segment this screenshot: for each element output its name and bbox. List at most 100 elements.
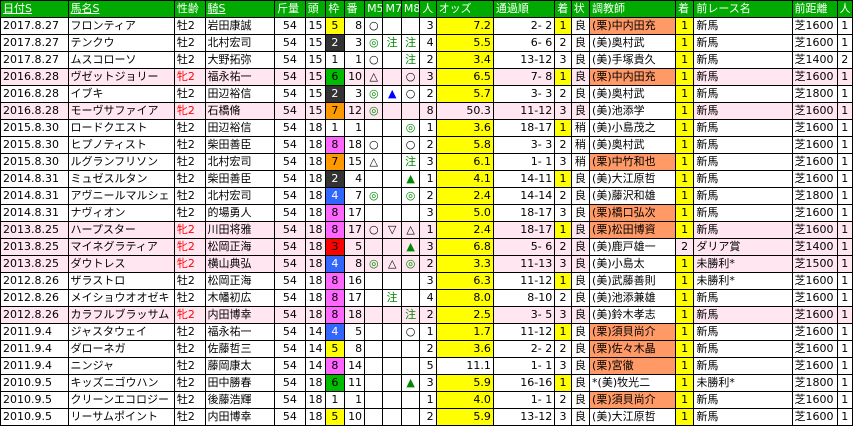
table-row[interactable]: 2012.8.26 メイショウオオゼキ 牡2 木幡初広 54 18 8 17 注 4 8.0 8-10… (0, 289, 853, 307)
table-row[interactable]: 2013.8.25 ハープスター 牝2 川田将雅 54 18 8 17 ○ ▽ △ 1 2.4 18-17… (0, 221, 853, 239)
header-heads[interactable]: 頭 (304, 0, 327, 18)
table-row[interactable]: 2016.8.28 ヴゼットジョリー 牝2 福永祐一 54 15 6 10 △ ○ 3 6.5 7- 8… (0, 68, 853, 86)
table-row[interactable]: 2013.8.25 ダウトレス 牝2 横山典弘 54 18 4 8 ◎ △ ◎ 2 3.3 11-13 3 良… (0, 255, 853, 273)
table-row[interactable]: 2014.8.31 アヴニールマルシェ 牡2 北村宏司 54 18 4 7 ◎ ◎ 2 2.4 14-1… (0, 187, 853, 205)
cell-horse[interactable]: ヒプノティスト (67, 136, 175, 154)
cell-trainer[interactable]: (美)藤沢和雄 (589, 187, 676, 205)
table-row[interactable]: 2017.8.27 フロンティア 牡2 岩田康誠 54 15 5 8 ○ 3 7.2 2- 2 1 良 (栗… (0, 17, 853, 35)
table-row[interactable]: 2015.8.30 ルグランフリソン 牡2 北村宏司 54 18 7 15 △ 注 3 6.1 1- 1… (0, 153, 853, 171)
cell-jockey[interactable]: 松岡正海 (204, 238, 276, 256)
cell-jockey[interactable]: 田中勝春 (204, 374, 276, 392)
cell-horse[interactable]: メイショウオオゼキ (67, 289, 175, 307)
cell-jockey[interactable]: 的場勇人 (204, 204, 276, 222)
cell-trainer[interactable]: (栗)佐々木晶 (589, 340, 676, 358)
header-pop[interactable]: 人 (419, 0, 437, 18)
header-prev-finish[interactable]: 着 (674, 0, 695, 18)
cell-jockey[interactable]: 北村宏司 (204, 34, 276, 52)
cell-jockey[interactable]: 横山典弘 (204, 255, 276, 273)
table-row[interactable]: 2014.8.31 ミュゼスルタン 牡2 柴田善臣 54 18 2 4 ▲ 1 4.1 14-11 1 良… (0, 170, 853, 188)
cell-trainer[interactable]: (栗)中竹和也 (589, 153, 676, 171)
cell-horse[interactable]: ダウトレス (67, 255, 175, 273)
table-row[interactable]: 2012.8.26 カラフルブラッサム 牝2 内田博幸 54 18 8 18 注 2 2.5 3- 5… (0, 306, 853, 324)
cell-trainer[interactable]: (美)武藤善則 (589, 272, 676, 290)
cell-horse[interactable]: ザラストロ (67, 272, 175, 290)
cell-jockey[interactable]: 柴田善臣 (204, 170, 276, 188)
table-row[interactable]: 2014.8.31 ナヴィオン 牡2 的場勇人 54 18 8 17 3 5.0 18-17 3 良 (栗… (0, 204, 853, 222)
cell-trainer[interactable]: (美)池添兼雄 (589, 289, 676, 307)
header-num[interactable]: 番 (343, 0, 366, 18)
header-date[interactable]: 日付S (0, 0, 69, 18)
cell-jockey[interactable]: 石橋脩 (204, 102, 276, 120)
header-prev-dist[interactable]: 前距離 (791, 0, 838, 18)
cell-trainer[interactable]: *(美)牧光二 (589, 374, 676, 392)
cell-horse[interactable]: ヴゼットジョリー (67, 68, 175, 86)
cell-jockey[interactable]: 内田博幸 (204, 306, 276, 324)
header-finish[interactable]: 着 (554, 0, 572, 18)
cell-jockey[interactable]: 川田将雅 (204, 221, 276, 239)
cell-trainer[interactable]: (美)奥村武 (589, 85, 676, 103)
cell-horse[interactable]: モーヴサファイア (67, 102, 175, 120)
table-row[interactable]: 2015.8.30 ロードクエスト 牡2 田辺裕信 54 18 1 1 ◎ 1 3.6 18-17 1 稍… (0, 119, 853, 137)
cell-horse[interactable]: リーサムポイント (67, 408, 175, 426)
cell-horse[interactable]: クリーンエコロジー (67, 391, 175, 409)
cell-horse[interactable]: カラフルブラッサム (67, 306, 175, 324)
header-trainer[interactable]: 調教師 (589, 0, 676, 18)
cell-horse[interactable]: ムスコローソ (67, 51, 175, 69)
cell-jockey[interactable]: 柴田善臣 (204, 136, 276, 154)
cell-jockey[interactable]: 大野拓弥 (204, 51, 276, 69)
header-cond[interactable]: 状 (570, 0, 591, 18)
cell-jockey[interactable]: 松岡正海 (204, 272, 276, 290)
table-row[interactable]: 2012.8.26 ザラストロ 牡2 松岡正海 54 18 8 16 3 6.3 11-12 1 良 (美… (0, 272, 853, 290)
cell-horse[interactable]: ロードクエスト (67, 119, 175, 137)
header-jockey[interactable]: 騎S (204, 0, 276, 18)
cell-trainer[interactable]: (栗)松田博資 (589, 221, 676, 239)
cell-horse[interactable]: ナヴィオン (67, 204, 175, 222)
cell-jockey[interactable]: 木幡初広 (204, 289, 276, 307)
table-row[interactable]: 2010.9.5 リーサムポイント 牡2 内田博幸 54 18 5 10 2 5.9 13-12 3 良… (0, 408, 853, 426)
header-prev-race[interactable]: 前レース名 (693, 0, 793, 18)
cell-jockey[interactable]: 北村宏司 (204, 153, 276, 171)
header-m7[interactable]: M7 (382, 0, 402, 18)
header-frame[interactable]: 枠 (325, 0, 345, 18)
cell-trainer[interactable]: (栗)中内田充 (589, 68, 676, 86)
table-row[interactable]: 2011.9.4 ニンジャ 牡2 藤岡康太 54 14 8 14 5 11.1 1- 1 3 良 (栗)宮… (0, 357, 853, 375)
cell-trainer[interactable]: (栗)須貝尚介 (589, 323, 676, 341)
cell-trainer[interactable]: (栗)橋口弘次 (589, 204, 676, 222)
table-row[interactable]: 2013.8.25 マイネグラティア 牝2 松岡正海 54 18 3 5 ▲ 3 6.8 5- 62良… (0, 238, 853, 256)
table-row[interactable]: 2016.8.28 イブキ 牡2 田辺裕信 54 15 2 3 ◎ ▲ ○ 2 5.7 3- 3 2 良 (美)… (0, 85, 853, 103)
cell-trainer[interactable]: (美)奥村武 (589, 136, 676, 154)
cell-trainer[interactable]: (美)大江原哲 (589, 408, 676, 426)
cell-jockey[interactable]: 福永祐一 (204, 68, 276, 86)
cell-horse[interactable]: テンクウ (67, 34, 175, 52)
header-horse[interactable]: 馬名S (67, 0, 175, 18)
header-m5[interactable]: M5 (364, 0, 384, 18)
cell-horse[interactable]: アヴニールマルシェ (67, 187, 175, 205)
header-weight[interactable]: 斤量 (274, 0, 306, 18)
cell-horse[interactable]: ミュゼスルタン (67, 170, 175, 188)
table-row[interactable]: 2011.9.4 ジャスタウェイ 牡2 福永祐一 54 14 4 5 ○ 1 1.7 11-12 1 良(… (0, 323, 853, 341)
cell-jockey[interactable]: 岩田康誠 (204, 17, 276, 35)
cell-trainer[interactable]: (美)池添学 (589, 102, 676, 120)
cell-jockey[interactable]: 田辺裕信 (204, 119, 276, 137)
cell-jockey[interactable]: 田辺裕信 (204, 85, 276, 103)
table-row[interactable]: 2010.9.5 キッズニゴウハン 牡2 田中勝春 54 18 6 11 ▲ 3 5.9 16-16 1… (0, 374, 853, 392)
cell-trainer[interactable]: (美)小島茂之 (589, 119, 676, 137)
cell-trainer[interactable]: (美)鹿戸雄一 (589, 238, 676, 256)
header-m8[interactable]: M8 (400, 0, 421, 18)
cell-trainer[interactable]: (栗)須貝尚介 (589, 391, 676, 409)
table-row[interactable]: 2016.8.28 モーヴサファイア 牝2 石橋脩 54 15 7 12 ◎ 8 50.3 11-12… (0, 102, 853, 120)
cell-horse[interactable]: イブキ (67, 85, 175, 103)
cell-jockey[interactable]: 後藤浩輝 (204, 391, 276, 409)
cell-horse[interactable]: フロンティア (67, 17, 175, 35)
header-prev-pop[interactable]: 人 (836, 0, 853, 18)
cell-horse[interactable]: マイネグラティア (67, 238, 175, 256)
cell-jockey[interactable]: 福永祐一 (204, 323, 276, 341)
header-passing[interactable]: 通過順 (492, 0, 556, 18)
table-row[interactable]: 2011.9.4 ダローネガ 牡2 佐藤哲三 54 14 5 8 2 3.6 2- 2 2 良 (栗)佐々… (0, 340, 853, 358)
table-row[interactable]: 2015.8.30 ヒプノティスト 牡2 柴田善臣 54 18 8 18 ○ ○ 2 5.8 3- 32… (0, 136, 853, 154)
cell-jockey[interactable]: 北村宏司 (204, 187, 276, 205)
cell-trainer[interactable]: (美)鈴木孝志 (589, 306, 676, 324)
table-row[interactable]: 2017.8.27 テンクウ 牡2 北村宏司 54 15 2 3 ◎ 注注 4 5.5 6- 6 2 良 (美… (0, 34, 853, 52)
header-sexage[interactable]: 性齢 (173, 0, 206, 18)
cell-trainer[interactable]: (美)奥村武 (589, 34, 676, 52)
